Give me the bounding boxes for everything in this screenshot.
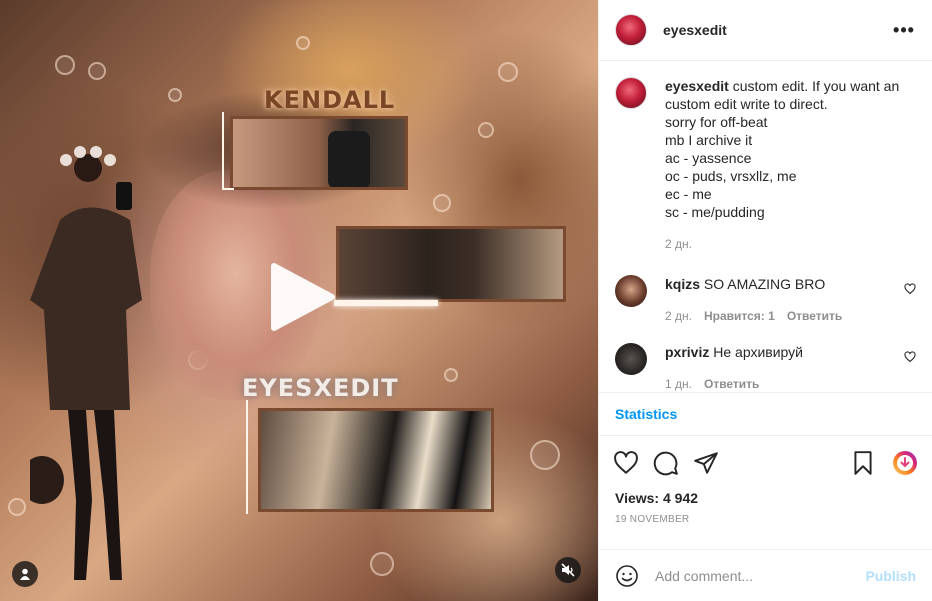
caption-line: oc - puds, vrsxllz, me bbox=[665, 168, 797, 184]
phone-shape bbox=[328, 131, 370, 187]
comment-item: kqizs SO AMAZING BRO 2 дн. Нравится: 1 О… bbox=[615, 275, 916, 325]
comment-text: Не архивируй bbox=[713, 344, 803, 360]
caption-line: sc - me/pudding bbox=[665, 204, 765, 220]
bookmark-icon[interactable] bbox=[850, 450, 876, 476]
bubble-decoration bbox=[433, 194, 451, 212]
bubble-decoration bbox=[8, 498, 26, 516]
overlay-title-kendall: KENDALL bbox=[264, 86, 396, 114]
action-bar bbox=[599, 436, 932, 490]
bubble-decoration bbox=[370, 552, 394, 576]
comment-item: pxriviz Не архивируй 1 дн. Ответить bbox=[615, 343, 916, 392]
caption-line: ec - me bbox=[665, 186, 712, 202]
views-count: Views: 4 942 bbox=[615, 490, 699, 506]
bubble-decoration bbox=[55, 55, 75, 75]
mute-button[interactable] bbox=[555, 557, 581, 583]
woman-figure bbox=[30, 146, 142, 580]
download-extension-icon[interactable] bbox=[892, 450, 918, 476]
comment-text: SO AMAZING BRO bbox=[703, 276, 826, 292]
comment-username[interactable]: kqizs bbox=[665, 276, 700, 292]
photo-frame-outline bbox=[246, 400, 254, 514]
avatar[interactable] bbox=[615, 14, 647, 46]
avatar[interactable] bbox=[615, 275, 647, 307]
bubble-decoration bbox=[478, 122, 494, 138]
caption-line: mb I archive it bbox=[665, 132, 753, 148]
avatar[interactable] bbox=[615, 77, 647, 109]
post-header: eyesxedit ••• bbox=[599, 0, 932, 61]
like-comment-heart-icon[interactable] bbox=[904, 283, 916, 295]
more-options-icon[interactable]: ••• bbox=[892, 21, 916, 39]
comments-section[interactable]: eyesxedit custom edit. If you want an cu… bbox=[599, 61, 932, 393]
bubble-decoration bbox=[444, 368, 458, 382]
publish-button[interactable]: Publish bbox=[865, 568, 916, 584]
photo-frame bbox=[258, 408, 494, 512]
comment-timestamp[interactable]: 2 дн. bbox=[665, 307, 692, 325]
comment-input[interactable] bbox=[655, 567, 866, 584]
add-comment-bar: Publish bbox=[599, 549, 932, 601]
caption-line: ac - yassence bbox=[665, 150, 752, 166]
overlay-title-eyesxedit: EYESXEDIT bbox=[242, 374, 399, 402]
photo-frame bbox=[336, 226, 566, 302]
like-comment-heart-icon[interactable] bbox=[904, 351, 916, 363]
comment-bubble-icon[interactable] bbox=[653, 450, 679, 476]
bubble-decoration bbox=[168, 88, 182, 102]
post-side-panel: eyesxedit ••• eyesxedit custom edit. If … bbox=[598, 0, 932, 601]
emoji-icon[interactable] bbox=[615, 564, 639, 588]
caption-body: eyesxedit custom edit. If you want an cu… bbox=[665, 77, 916, 253]
like-heart-icon[interactable] bbox=[613, 450, 639, 476]
bubble-decoration bbox=[530, 440, 560, 470]
caption: eyesxedit custom edit. If you want an cu… bbox=[615, 77, 916, 253]
post-author-username[interactable]: eyesxedit bbox=[663, 22, 727, 38]
bubble-decoration bbox=[498, 62, 518, 82]
share-paper-plane-icon[interactable] bbox=[693, 450, 719, 476]
caption-timestamp[interactable]: 2 дн. bbox=[665, 235, 692, 253]
statistics-link[interactable]: Statistics bbox=[599, 393, 932, 436]
play-icon[interactable] bbox=[268, 262, 338, 332]
photo-frame-outline bbox=[222, 112, 234, 190]
photo-frame-outline bbox=[334, 300, 438, 306]
caption-username[interactable]: eyesxedit bbox=[665, 78, 729, 94]
bubble-decoration bbox=[88, 62, 106, 80]
comment-username[interactable]: pxriviz bbox=[665, 344, 709, 360]
reply-button[interactable]: Ответить bbox=[787, 307, 842, 325]
reply-button[interactable]: Ответить bbox=[704, 375, 759, 392]
avatar[interactable] bbox=[615, 343, 647, 375]
user-icon bbox=[20, 568, 30, 580]
photo-frame bbox=[230, 116, 408, 190]
comment-likes[interactable]: Нравится: 1 bbox=[704, 307, 775, 325]
bubble-decoration bbox=[296, 36, 310, 50]
post-media[interactable]: KENDALL EYESXEDIT bbox=[0, 0, 598, 601]
caption-line: sorry for off-beat bbox=[665, 114, 768, 130]
muted-speaker-icon bbox=[561, 563, 575, 577]
user-tag-button[interactable] bbox=[12, 561, 38, 587]
post-date[interactable]: 19 NOVEMBER bbox=[599, 506, 932, 525]
comment-timestamp[interactable]: 1 дн. bbox=[665, 375, 692, 392]
